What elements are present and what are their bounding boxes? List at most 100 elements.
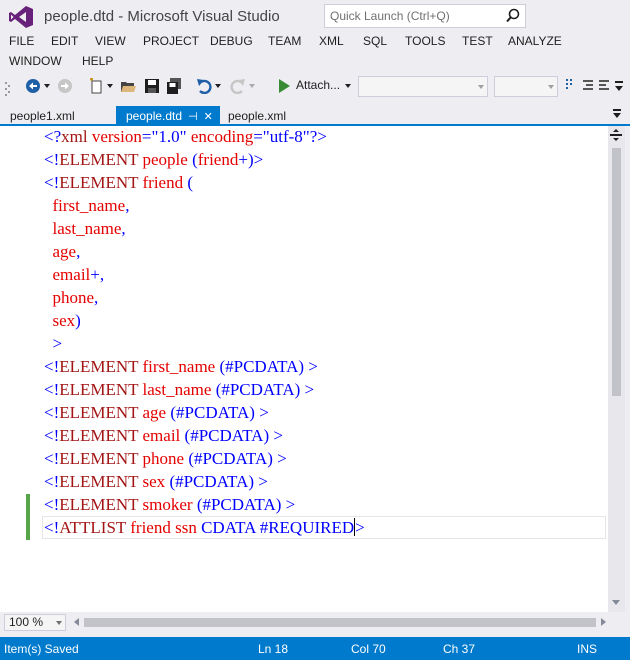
forward-button[interactable] [56,76,74,96]
menu-edit[interactable]: EDIT [51,34,78,48]
code-line[interactable]: phone, [44,286,365,309]
status-message: Item(s) Saved [4,642,79,656]
code-line[interactable]: sex) [44,309,365,332]
code-token: =" [141,127,159,146]
comment-button[interactable] [582,76,594,96]
menu-tools[interactable]: TOOLS [405,34,445,48]
code-line[interactable]: <!ELEMENT first_name (#PCDATA) > [44,355,365,378]
code-line[interactable]: <!ELEMENT phone (#PCDATA) > [44,447,365,470]
save-button[interactable] [143,76,161,96]
code-token: <! [44,518,60,537]
code-token: (#PCDATA) > [169,472,268,491]
vertical-scroll-thumb[interactable] [612,148,621,396]
chevron-down-icon [107,84,113,88]
code-token: friend ssn [126,518,202,537]
tab-people-xml[interactable]: people.xml [218,106,296,126]
horizontal-scrollbar[interactable] [70,616,606,629]
save-all-button[interactable] [165,76,183,96]
scroll-left-icon[interactable] [74,618,79,626]
code-token: ELEMENT [59,449,139,468]
code-line[interactable]: <!ELEMENT friend ( [44,171,365,194]
undo-dropdown[interactable] [213,76,223,96]
attach-button[interactable]: Attach... [296,78,340,92]
tab-overflow-icon[interactable] [612,109,622,119]
solution-configurations-dropdown[interactable] [358,76,488,97]
code-line[interactable]: <!ELEMENT people (friend+)> [44,148,365,171]
code-token: utf-8 [269,127,303,146]
zoom-dropdown[interactable]: 100 % [4,614,66,631]
open-file-button[interactable] [119,76,137,96]
code-token: CDATA #REQUIRED [201,518,355,537]
back-dropdown[interactable] [42,76,52,96]
pin-icon[interactable]: ⊣ [188,110,198,123]
horizontal-scroll-thumb[interactable] [84,618,596,627]
menu-xml[interactable]: XML [319,34,344,48]
title-bar: people.dtd - Microsoft Visual Studio Qui… [0,0,630,32]
menu-analyze[interactable]: ANALYZE [508,34,562,48]
code-line[interactable]: first_name, [44,194,365,217]
new-project-dropdown[interactable] [105,76,115,96]
undo-button[interactable] [195,76,213,96]
redo-dropdown[interactable] [247,76,257,96]
code-token: +)> [238,150,264,169]
code-token: "?> [302,127,327,146]
code-token: <! [44,426,60,445]
tab-people1-xml[interactable]: people1.xml [0,106,85,126]
code-line[interactable]: <?xml version="1.0" encoding="utf-8"?> [44,125,365,148]
code-line[interactable]: <!ELEMENT last_name (#PCDATA) > [44,378,365,401]
code-line[interactable]: <!ELEMENT email (#PCDATA) > [44,424,365,447]
menu-help[interactable]: HELP [82,54,113,68]
code-token: last_name [44,219,122,238]
code-line[interactable]: <!ELEMENT sex (#PCDATA) > [44,470,365,493]
start-debug-button[interactable] [275,76,293,96]
tab-people-dtd[interactable]: people.dtd ⊣ ✕ [116,106,220,126]
status-bar: Item(s) Saved Ln 18 Col 70 Ch 37 INS [0,637,630,660]
menu-file[interactable]: FILE [9,34,34,48]
code-token: phone [138,449,189,468]
code-token: ELEMENT [59,173,139,192]
code-line[interactable]: age, [44,240,365,263]
scroll-right-icon[interactable] [601,618,606,626]
code-token: xml [61,127,88,146]
menu-sql[interactable]: SQL [363,34,387,48]
toolbar-options-icon [566,79,572,89]
code-token: <! [44,357,60,376]
code-token: ELEMENT [59,426,139,445]
find-toolbar-button[interactable] [564,76,578,96]
close-icon[interactable]: ✕ [204,110,213,123]
new-project-button[interactable] [87,76,105,96]
split-window-icon[interactable] [610,129,622,141]
code-line[interactable]: last_name, [44,217,365,240]
toolbar-overflow-button[interactable] [612,76,626,96]
menu-test[interactable]: TEST [462,34,493,48]
code-token: > [44,334,63,353]
window-title: people.dtd - Microsoft Visual Studio [44,8,280,25]
code-line[interactable]: <!ATTLIST friend ssn CDATA #REQUIRED> [44,516,365,539]
search-icon[interactable] [504,7,522,25]
code-token: friend [138,173,188,192]
code-token: , [76,242,81,261]
menu-debug[interactable]: DEBUG [210,34,253,48]
menu-window[interactable]: WINDOW [9,54,62,68]
code-token: email [44,265,91,284]
menu-bar: FILE EDIT VIEW PROJECT DEBUG TEAM XML SQ… [0,32,630,72]
code-editor[interactable]: <?xml version="1.0" encoding="utf-8"?> <!… [0,126,608,612]
menu-team[interactable]: TEAM [268,34,301,48]
code-token: ELEMENT [59,357,139,376]
redo-button[interactable] [229,76,247,96]
scroll-down-icon[interactable] [612,600,620,605]
code-line[interactable]: <!ELEMENT smoker (#PCDATA) > [44,493,365,516]
code-line[interactable]: > [44,332,365,355]
code-token: email [138,426,185,445]
attach-dropdown[interactable] [343,76,353,96]
code-line[interactable]: <!ELEMENT age (#PCDATA) > [44,401,365,424]
menu-view[interactable]: VIEW [95,34,126,48]
back-button[interactable] [24,76,42,96]
uncomment-button[interactable] [598,76,610,96]
code-text[interactable]: <?xml version="1.0" encoding="utf-8"?> <!… [44,125,365,539]
solution-platforms-dropdown[interactable] [494,76,558,97]
code-line[interactable]: email+, [44,263,365,286]
quick-launch-input[interactable]: Quick Launch (Ctrl+Q) [324,4,526,28]
code-token: <! [44,403,60,422]
menu-project[interactable]: PROJECT [143,34,199,48]
